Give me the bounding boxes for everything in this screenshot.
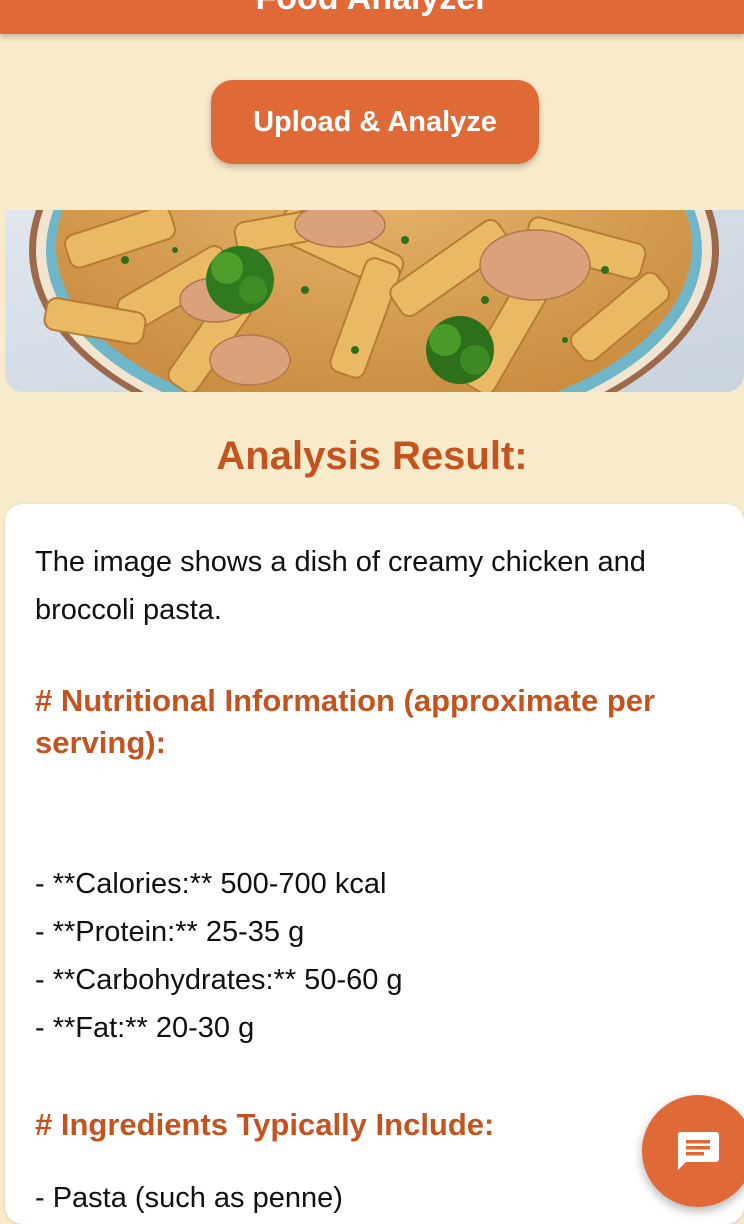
- result-card: The image shows a dish of creamy chicken…: [5, 504, 744, 1224]
- nutrition-item-fat: - **Fat:** 20-30 g: [35, 1012, 255, 1044]
- ingredients-list: - Pasta (such as penne): [35, 1174, 715, 1222]
- nutrition-item-calories: - **Calories:** 500-700 kcal: [35, 868, 387, 900]
- pasta-photo: [5, 210, 744, 392]
- ingredient-item: - Pasta (such as penne): [35, 1182, 343, 1214]
- nutrition-item-protein: - **Protein:** 25-35 g: [35, 916, 305, 948]
- food-image: [5, 210, 744, 392]
- upload-analyze-button[interactable]: Upload & Analyze: [211, 80, 539, 164]
- analysis-result-title: Analysis Result:: [216, 434, 528, 478]
- result-intro: The image shows a dish of creamy chicken…: [35, 546, 646, 626]
- chat-icon: [677, 1132, 719, 1170]
- result-content: The image shows a dish of creamy chicken…: [35, 538, 715, 1222]
- nutrition-heading: # Nutritional Information (approximate p…: [35, 683, 656, 760]
- ingredients-heading: # Ingredients Typically Include:: [35, 1107, 495, 1142]
- chat-button[interactable]: [642, 1095, 744, 1207]
- nutrition-item-carbohydrates: - **Carbohydrates:** 50-60 g: [35, 964, 403, 996]
- app-title: Food Analyzer: [0, 0, 744, 18]
- nutrition-list: - **Calories:** 500-700 kcal - **Protein…: [35, 860, 715, 1052]
- app-bar: Food Analyzer: [0, 0, 744, 34]
